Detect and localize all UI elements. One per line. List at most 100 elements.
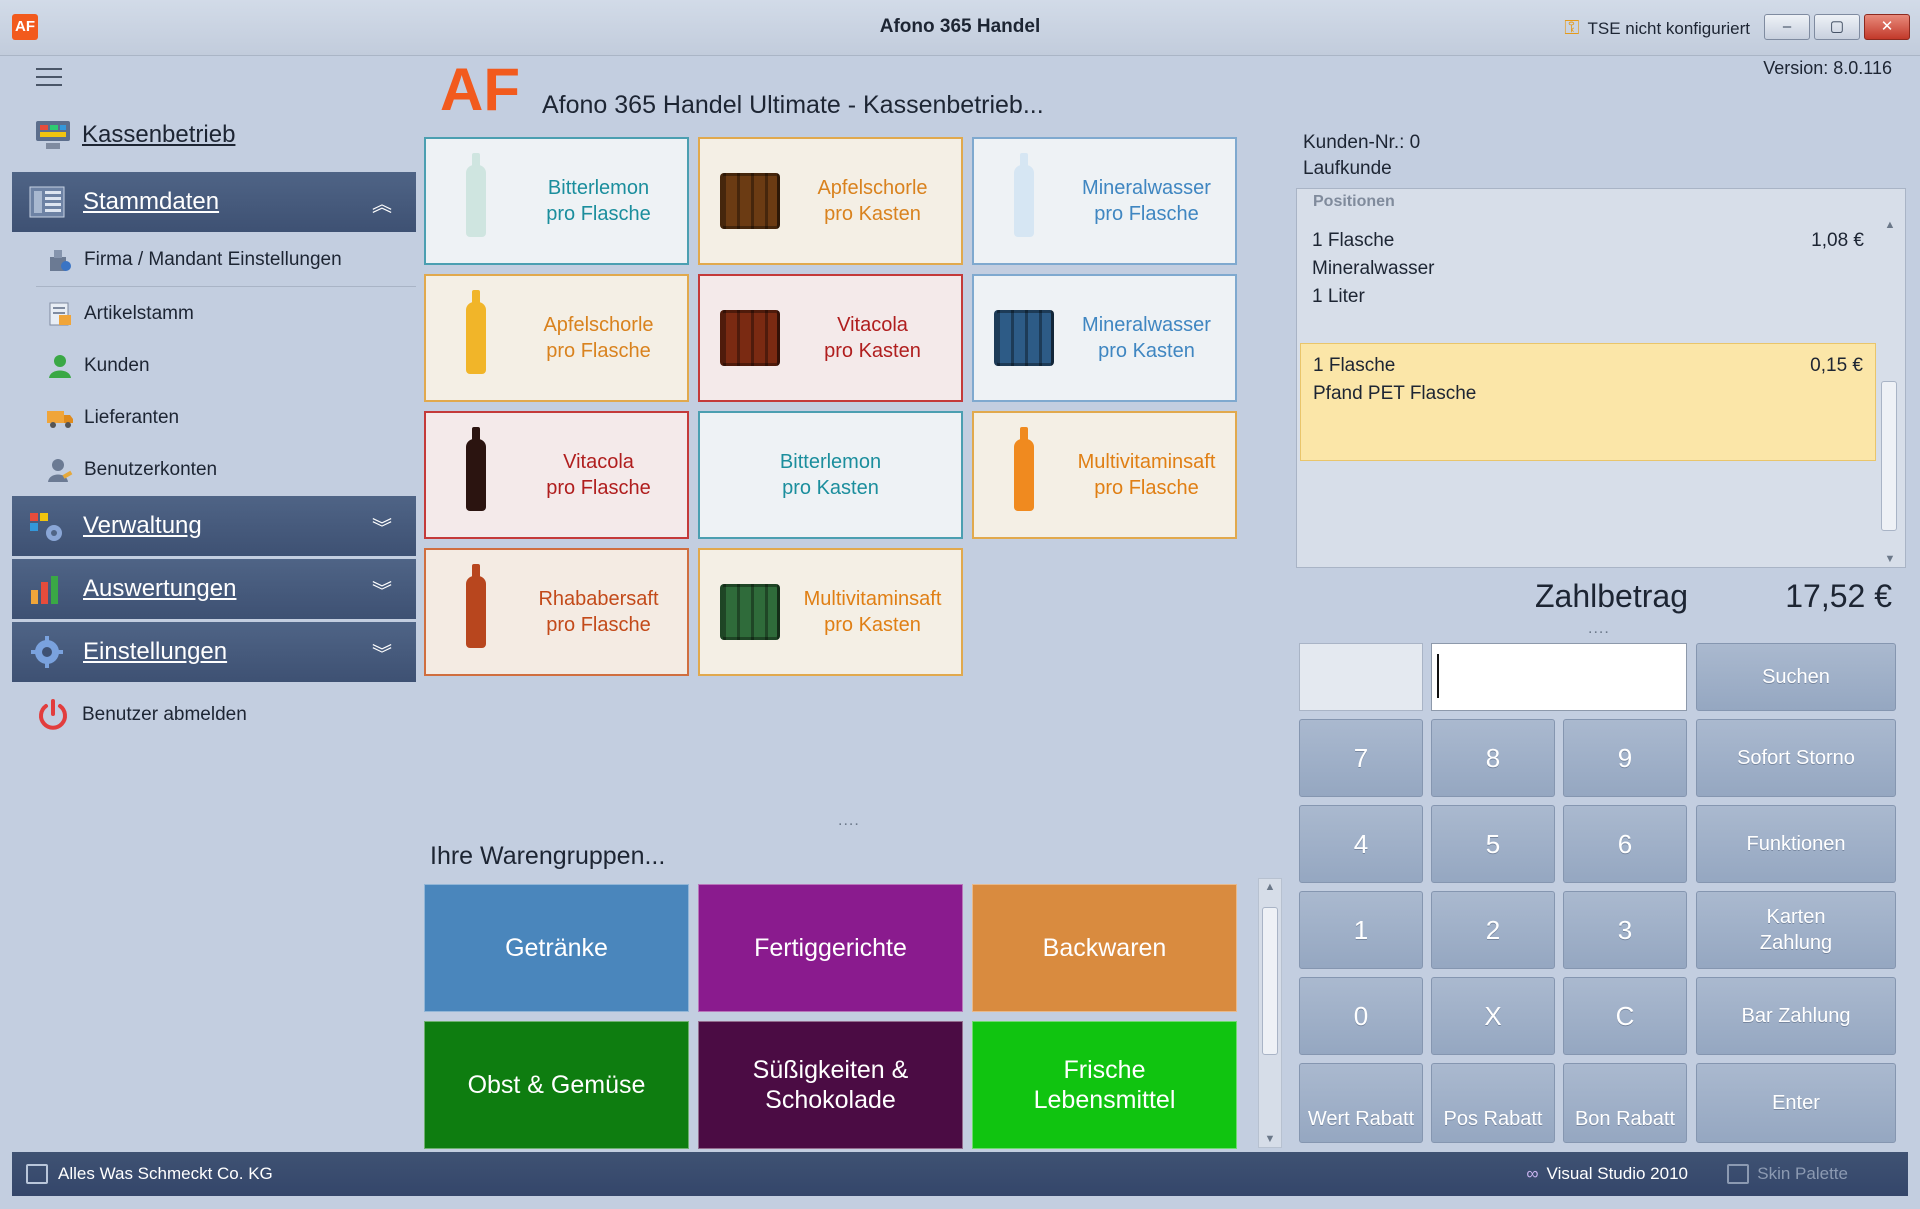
- product-unit: pro Kasten: [782, 477, 879, 499]
- key-1[interactable]: 1: [1299, 891, 1423, 969]
- position-row-selected[interactable]: 1 Flasche Pfand PET Flasche 0,15 €: [1300, 343, 1876, 461]
- pos-rabatt-button[interactable]: Pos Rabatt: [1431, 1063, 1555, 1143]
- product-tile[interactable]: Rhababersaft pro Flasche: [424, 548, 689, 676]
- bar-chart-icon: [28, 572, 66, 606]
- product-tile[interactable]: Bitterlemon pro Flasche: [424, 137, 689, 265]
- product-label: Rhababersaft pro Flasche: [526, 586, 687, 638]
- key-0[interactable]: 0: [1299, 977, 1423, 1055]
- product-tile[interactable]: Mineralwasser pro Kasten: [972, 274, 1237, 402]
- skin-palette-button[interactable]: Skin Palette: [1727, 1164, 1848, 1184]
- scroll-down-icon[interactable]: ▼: [1879, 553, 1901, 565]
- splitter-grip[interactable]: ....: [1588, 620, 1610, 638]
- funktionen-button[interactable]: Funktionen: [1696, 805, 1896, 883]
- key-9[interactable]: 9: [1563, 719, 1687, 797]
- close-button[interactable]: ✕: [1864, 14, 1910, 40]
- scrollbar-thumb[interactable]: [1881, 381, 1897, 531]
- quantity-display[interactable]: [1299, 643, 1423, 711]
- sidebar-item-label: Kunden: [84, 355, 150, 376]
- groups-scrollbar[interactable]: ▲ ▼: [1258, 878, 1282, 1148]
- product-group-tile[interactable]: Süßigkeiten & Schokolade: [698, 1021, 963, 1149]
- product-name: Vitacola: [563, 451, 634, 473]
- product-tile[interactable]: Multivitaminsaft pro Kasten: [698, 548, 963, 676]
- product-name: Multivitaminsaft: [1077, 451, 1216, 473]
- search-input[interactable]: [1431, 643, 1687, 711]
- scroll-up-icon[interactable]: ▲: [1259, 881, 1281, 893]
- product-group-tile[interactable]: Fertiggerichte: [698, 884, 963, 1012]
- sidebar-item-artikelstamm[interactable]: Artikelstamm: [46, 300, 194, 328]
- bon-rabatt-button[interactable]: Bon Rabatt: [1563, 1063, 1687, 1143]
- tse-status-label: TSE nicht konfiguriert: [1587, 18, 1750, 38]
- tse-status[interactable]: ⚿ TSE nicht konfiguriert: [1564, 17, 1750, 40]
- master-data-icon: [28, 185, 66, 219]
- product-tile[interactable]: Bitterlemon pro Kasten: [698, 411, 963, 539]
- key-7[interactable]: 7: [1299, 719, 1423, 797]
- section-verwaltung[interactable]: Verwaltung ︾: [12, 496, 416, 556]
- key-x[interactable]: X: [1431, 977, 1555, 1055]
- position-name: Mineralwasser: [1312, 258, 1435, 279]
- truck-icon: [46, 404, 74, 432]
- chevron-down-icon[interactable]: ︾: [372, 512, 392, 541]
- product-tile[interactable]: Multivitaminsaft pro Flasche: [972, 411, 1237, 539]
- nav-kassenbetrieb[interactable]: Kassenbetrieb: [34, 118, 235, 152]
- splitter-grip[interactable]: ....: [838, 812, 860, 830]
- key-6[interactable]: 6: [1563, 805, 1687, 883]
- key-3[interactable]: 3: [1563, 891, 1687, 969]
- product-tile[interactable]: Mineralwasser pro Flasche: [972, 137, 1237, 265]
- product-name: Apfelschorle: [543, 314, 654, 336]
- scroll-down-icon[interactable]: ▼: [1259, 1133, 1281, 1145]
- position-row[interactable]: 1 Flasche Mineralwasser 1 Liter 1,08 €: [1300, 219, 1876, 331]
- product-group-tile[interactable]: Obst & Gemüse: [424, 1021, 689, 1149]
- key-2[interactable]: 2: [1431, 891, 1555, 969]
- search-button[interactable]: Suchen: [1696, 643, 1896, 711]
- sofort-storno-button[interactable]: Sofort Storno: [1696, 719, 1896, 797]
- page-title: Afono 365 Handel Ultimate - Kassenbetrie…: [542, 91, 1044, 119]
- product-tile[interactable]: Vitacola pro Flasche: [424, 411, 689, 539]
- section-einstellungen[interactable]: Einstellungen ︾: [12, 622, 416, 682]
- product-tile[interactable]: Apfelschorle pro Kasten: [698, 137, 963, 265]
- section-verwaltung-label: Verwaltung: [83, 512, 202, 539]
- position-qty: 1 Flasche: [1313, 355, 1396, 376]
- product-image: [426, 413, 526, 537]
- logout-button[interactable]: Benutzer abmelden: [34, 696, 247, 734]
- sidebar-item-benutzerkonten[interactable]: Benutzerkonten: [46, 456, 217, 484]
- positions-scrollbar[interactable]: ▲ ▼: [1879, 219, 1903, 565]
- section-auswertungen[interactable]: Auswertungen ︾: [12, 559, 416, 619]
- key-4[interactable]: 4: [1299, 805, 1423, 883]
- product-image: [700, 276, 800, 400]
- karten-zahlung-button[interactable]: Karten Zahlung: [1696, 891, 1896, 969]
- chevron-down-icon[interactable]: ︾: [372, 575, 392, 604]
- product-image: [426, 139, 526, 263]
- bar-zahlung-button[interactable]: Bar Zahlung: [1696, 977, 1896, 1055]
- product-group-tile[interactable]: Getränke: [424, 884, 689, 1012]
- chevron-down-icon[interactable]: ︾: [372, 638, 392, 667]
- product-group-tile[interactable]: Backwaren: [972, 884, 1237, 1012]
- skin-selector[interactable]: ∞ Visual Studio 2010: [1526, 1164, 1688, 1184]
- product-image: [426, 550, 526, 674]
- scroll-up-icon[interactable]: ▲: [1879, 219, 1901, 231]
- hamburger-menu-icon[interactable]: [36, 68, 62, 88]
- product-unit: pro Flasche: [546, 340, 651, 362]
- product-group-tile[interactable]: Frische Lebensmittel: [972, 1021, 1237, 1149]
- sidebar-item-lieferanten[interactable]: Lieferanten: [46, 404, 179, 432]
- key-8[interactable]: 8: [1431, 719, 1555, 797]
- maximize-button[interactable]: ▢: [1814, 14, 1860, 40]
- chevron-up-icon[interactable]: ︽: [372, 188, 392, 217]
- product-tile[interactable]: Vitacola pro Kasten: [698, 274, 963, 402]
- scrollbar-thumb[interactable]: [1262, 907, 1278, 1055]
- product-name: Rhababersaft: [538, 588, 659, 610]
- customer-number: Kunden-Nr.: 0: [1303, 132, 1421, 153]
- product-image: [974, 139, 1074, 263]
- enter-button[interactable]: Enter: [1696, 1063, 1896, 1143]
- product-tile[interactable]: Apfelschorle pro Flasche: [424, 274, 689, 402]
- product-label: Multivitaminsaft pro Flasche: [1074, 449, 1235, 501]
- sidebar-item-kunden[interactable]: Kunden: [46, 352, 150, 380]
- key-5[interactable]: 5: [1431, 805, 1555, 883]
- minimize-button[interactable]: –: [1764, 14, 1810, 40]
- product-name: Multivitaminsaft: [803, 588, 942, 610]
- key-c[interactable]: C: [1563, 977, 1687, 1055]
- sidebar-item-firma[interactable]: Firma / Mandant Einstellungen: [46, 246, 342, 274]
- section-stammdaten[interactable]: Stammdaten ︽: [12, 172, 416, 232]
- product-image: [700, 550, 800, 674]
- text-caret: [1437, 654, 1439, 698]
- wert-rabatt-button[interactable]: Wert Rabatt: [1299, 1063, 1423, 1143]
